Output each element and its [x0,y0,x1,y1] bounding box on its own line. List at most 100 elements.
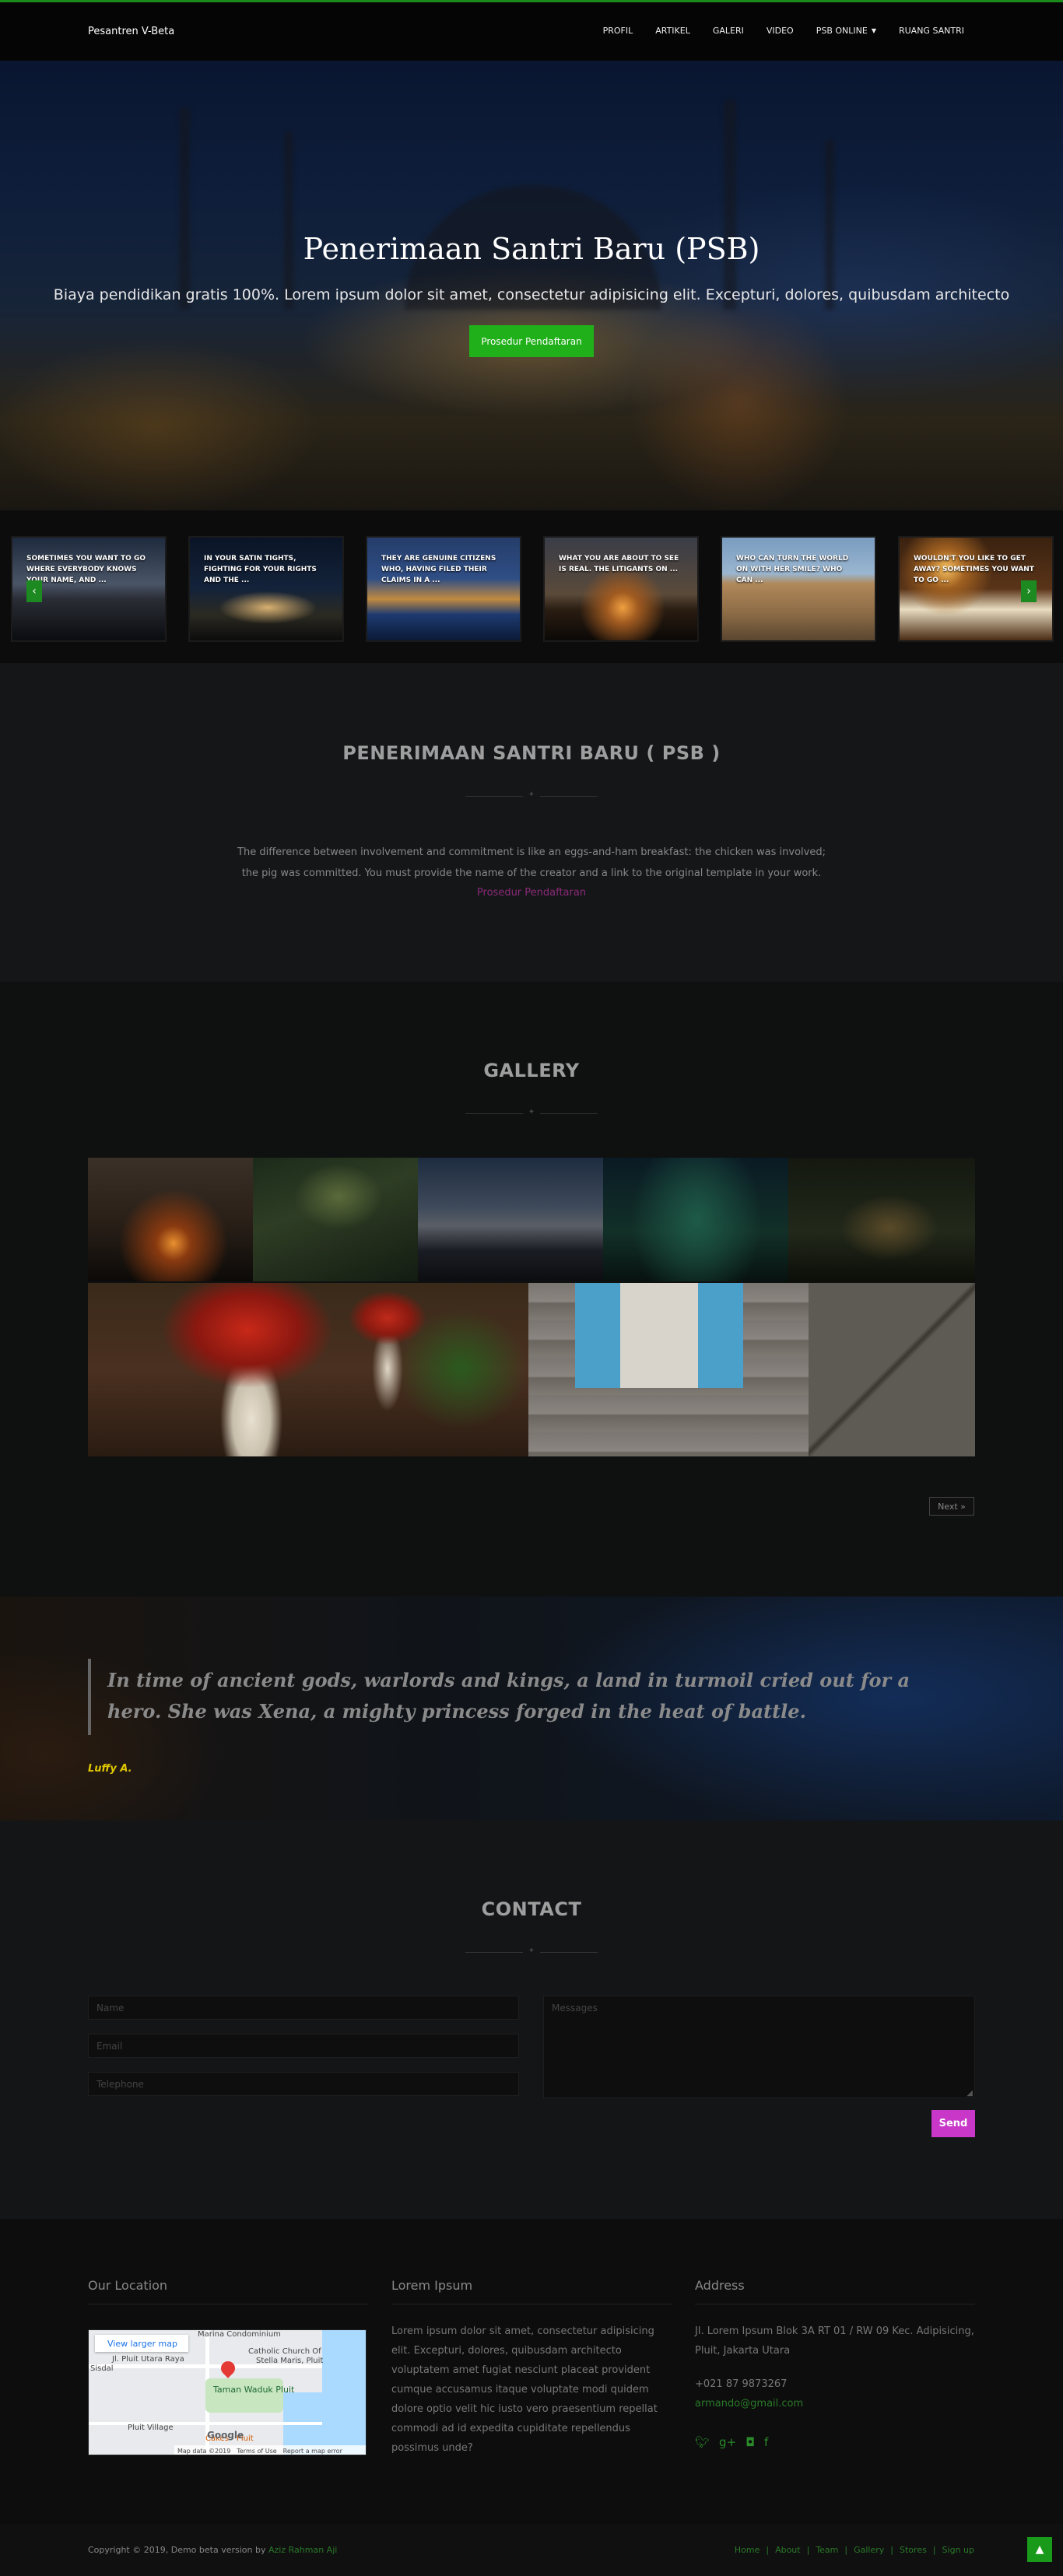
nav-label: GALERI [712,26,744,36]
gallery-section: GALLERY ✦ Next » [0,982,1063,1596]
email-field[interactable]: Email [88,2034,519,2058]
author-link[interactable]: Aziz Rahman Aji [268,2545,337,2555]
gallery-photo[interactable] [88,1283,528,1456]
map-road [89,2422,322,2425]
nav-label: VIDEO [766,26,794,36]
carousel-slide[interactable]: IN YOUR SATIN TIGHTS, FIGHTING FOR YOUR … [188,536,344,642]
message-placeholder: Messages [552,2003,598,2013]
footer-link-stores[interactable]: Stores [900,2545,927,2555]
lorem-text: Lorem ipsum dolor sit amet, consectetur … [391,2325,658,2454]
telephone-field[interactable]: Telephone [88,2072,519,2096]
separator: | [766,2545,770,2555]
map-park [205,2378,283,2413]
map-report-link[interactable]: Report a map error [283,2448,342,2455]
gallery-photo[interactable] [88,1158,253,1281]
map-label: Stella Maris, Pluit [256,2357,324,2365]
footer-link-home[interactable]: Home [735,2545,760,2555]
google-plus-icon[interactable]: g+ [719,2435,736,2449]
hero-section: Penerimaan Santri Baru (PSB) Biaya pendi… [0,61,1063,510]
section-divider: ✦ [465,790,598,801]
twitter-icon[interactable]: 🐦︎ [695,2435,710,2449]
nav-label: RUANG SANTRI [898,26,964,36]
separator: | [932,2545,936,2555]
map-label: Catholic Church Of [248,2347,321,2356]
message-field[interactable]: Messages ◢ [543,1996,975,2098]
location-map[interactable]: View larger map Marina Condominium Catho… [88,2329,367,2455]
gallery-photo[interactable] [528,1283,975,1456]
map-label: Sisdal [90,2364,114,2373]
quote-bar [88,1659,91,1735]
window-frame [620,1283,698,1388]
gallery-photo[interactable] [253,1158,418,1281]
brand-logo[interactable]: Pesantren V-Beta [88,26,174,37]
nav-item-artikel[interactable]: ARTIKEL [655,26,690,36]
nav-item-video[interactable]: VIDEO [767,26,794,36]
name-field[interactable]: Name [88,1996,519,2020]
email-link[interactable]: armando@gmail.com [695,2394,975,2413]
location-heading: Our Location [88,2278,368,2304]
carousel-prev-arrow-icon[interactable]: ‹ [26,580,42,602]
map-label: Pluit Village [128,2424,174,2432]
section-divider: ✦ [465,1108,598,1119]
nav-item-galeri[interactable]: GALERI [713,26,744,36]
carousel-slide[interactable]: WHAT YOU ARE ABOUT TO SEE IS REAL. THE L… [543,536,699,642]
address-text: Jl. Lorem Ipsum Blok 3A RT 01 / RW 09 Ke… [695,2325,974,2357]
hero-bg-minaret [724,100,736,310]
divider-ornament-icon: ✦ [528,1108,535,1116]
quote-author: Luffy A. [88,1763,132,1775]
gallery-next-button[interactable]: Next » [929,1497,974,1516]
view-larger-map-link[interactable]: View larger map [95,2335,188,2352]
prosedur-pendaftaran-button[interactable]: Prosedur Pendaftaran [469,325,594,357]
slide-caption: WOULDN'T YOU LIKE TO GET AWAY? SOMETIMES… [914,555,1034,584]
footer-link-gallery[interactable]: Gallery [854,2545,884,2555]
resize-grip-icon[interactable]: ◢ [967,2089,973,2098]
footer-link-team[interactable]: Team [816,2545,838,2555]
hero-bg-minaret [825,138,834,310]
contact-section: CONTACT ✦ Name Email Telephone Messages ◢… [0,1821,1063,2219]
quote-text: In time of ancient gods, warlords and ki… [107,1669,910,1723]
separator: | [844,2545,848,2555]
carousel-slide[interactable]: WHO CAN TURN THE WORLD ON WITH HER SMILE… [721,536,876,642]
copyright-label: Copyright © 2019, Demo beta version by [88,2545,266,2555]
slide-caption: SOMETIMES YOU WANT TO GO WHERE EVERYBODY… [26,555,146,584]
slide-caption: IN YOUR SATIN TIGHTS, FIGHTING FOR YOUR … [204,555,317,584]
google-logo: Google [207,2430,244,2441]
facebook-icon[interactable]: f [764,2435,768,2449]
social-links: 🐦︎ g+ ◘ f [695,2435,768,2449]
gallery-photo[interactable] [418,1158,603,1281]
footer-address-column: Address Jl. Lorem Ipsum Blok 3A RT 01 / … [695,2278,975,2413]
send-button[interactable]: Send [931,2110,975,2137]
gallery-photo[interactable] [603,1158,788,1281]
separator: | [806,2545,810,2555]
psb-section: PENERIMAAN SANTRI BARU ( PSB ) ✦ The dif… [0,663,1063,982]
slide-caption: THEY ARE GENUINE CITIZENS WHO, HAVING FI… [381,555,496,584]
contact-title: CONTACT [481,1898,582,1920]
nav-label: ARTIKEL [655,26,690,36]
hero-bg-minaret [284,131,293,310]
carousel-next-arrow-icon[interactable]: › [1021,580,1037,602]
gallery-photo[interactable] [788,1158,975,1281]
hero-subtitle: Biaya pendidikan gratis 100%. Lorem ipsu… [53,286,1010,303]
name-placeholder: Name [96,2003,125,2013]
nav-label: PSB ONLINE [816,26,868,36]
prosedur-pendaftaran-link[interactable]: Prosedur Pendaftaran [0,887,1063,899]
nav-item-profil[interactable]: PROFIL [603,26,633,36]
footer-link-about[interactable]: About [775,2545,801,2555]
scroll-to-top-icon[interactable]: ▲ [1027,2537,1052,2562]
divider-ornament-icon: ✦ [528,1947,535,1955]
map-label: Marina Condominium [198,2330,281,2339]
shutter-right [698,1283,743,1388]
map-attribution: Map data ©2019 Terms of Use Report a map… [174,2445,366,2455]
map-label: Taman Waduk Pluit [213,2385,295,2395]
divider-ornament-icon: ✦ [528,790,535,799]
separator: | [890,2545,894,2555]
nav-item-ruang-santri[interactable]: RUANG SANTRI [899,26,964,36]
footer-links: Home | About | Team | Gallery | Stores | Sign… [735,2545,974,2555]
psb-description: The difference between involvement and c… [237,846,826,879]
map-terms-link[interactable]: Terms of Use [237,2448,276,2455]
carousel-slide[interactable]: THEY ARE GENUINE CITIZENS WHO, HAVING FI… [366,536,521,642]
hero-bg-minaret [179,107,190,310]
instagram-icon[interactable]: ◘ [746,2435,755,2449]
footer-link-signup[interactable]: Sign up [942,2545,974,2555]
nav-item-psb-online[interactable]: PSB ONLINE ▼ [816,26,876,36]
